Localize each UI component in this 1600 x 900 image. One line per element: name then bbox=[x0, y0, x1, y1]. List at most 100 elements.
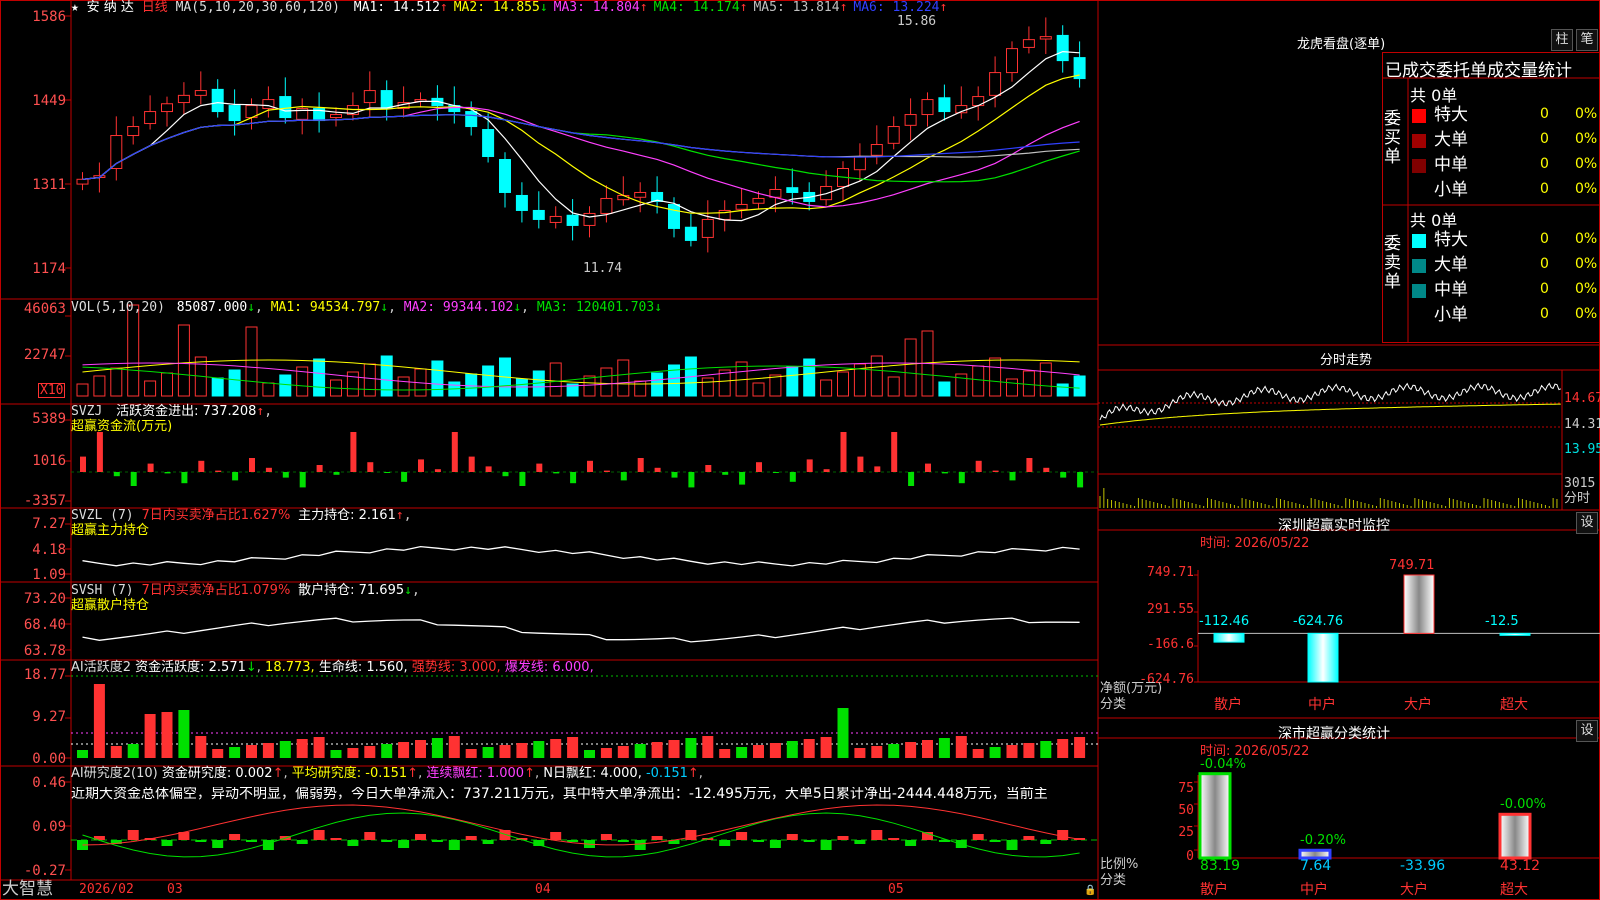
candle-body bbox=[465, 111, 478, 128]
lock-icon[interactable]: 🔒 bbox=[1084, 884, 1096, 898]
svsh-y-tick: 63.78 bbox=[23, 643, 66, 659]
ai-active-bar bbox=[786, 741, 798, 758]
candle-body bbox=[127, 126, 140, 137]
ai-research-bar bbox=[600, 834, 612, 840]
ai-active-bar bbox=[1023, 743, 1035, 758]
favorite-star-icon[interactable]: ★ bbox=[71, 0, 79, 15]
sell-total: 共 0单 bbox=[1410, 211, 1458, 230]
sz-monitor-y-tick: -166.6 bbox=[1147, 637, 1194, 652]
ma6-line bbox=[82, 114, 1080, 180]
ma-values: MA1: 14.512↑ MA2: 14.855↓ MA3: 14.804↑ MA4:… bbox=[348, 0, 948, 15]
volume-bar bbox=[549, 362, 562, 397]
volume-bar bbox=[786, 366, 799, 397]
ai-active-bar bbox=[93, 684, 105, 758]
svzj-bar bbox=[401, 472, 408, 482]
svzj-bar bbox=[789, 472, 796, 482]
row-label: 特大 bbox=[1434, 105, 1468, 125]
svsh-arrow: ↓ bbox=[404, 583, 412, 598]
ma-arrow-2: ↓ bbox=[539, 0, 548, 15]
ai-active-bar bbox=[1040, 741, 1052, 758]
lhb-tab-title[interactable]: 已成交委托单成交量统计 bbox=[1385, 56, 1572, 81]
svzj-bar bbox=[249, 458, 255, 472]
vol-header: VOL(5,10,20) 85087.000↓, MA1: 94534.797↓… bbox=[71, 300, 663, 315]
candle-body bbox=[211, 88, 224, 113]
volume-bar bbox=[93, 375, 106, 397]
volume-bar bbox=[110, 367, 123, 397]
ai-research-y-tick: -0.27 bbox=[23, 863, 66, 879]
svzj-bar bbox=[772, 472, 779, 473]
sz-monitor-y-label: 净额(万元) bbox=[1100, 681, 1163, 696]
sz-monitor-bar bbox=[1307, 632, 1339, 683]
svzj-bar bbox=[536, 463, 543, 472]
ai-active-bar bbox=[381, 744, 393, 758]
ma-value-1: MA1: 14.512 bbox=[353, 0, 440, 15]
volume-bar bbox=[803, 358, 816, 397]
sz-monitor-bar-label: -12.5 bbox=[1485, 614, 1519, 630]
ai-research-comment: 近期大资金总体偏空，异动不明显，偏弱势，今日大单净流入：737.211万元，其中… bbox=[71, 787, 1048, 801]
ai-research-bar bbox=[905, 840, 917, 846]
ma-arrow-1: ↑ bbox=[439, 0, 448, 15]
row-label: 小单 bbox=[1434, 180, 1468, 200]
svsh-line bbox=[82, 617, 1080, 643]
ai-research-bar bbox=[448, 840, 460, 850]
volume-bar bbox=[482, 365, 495, 397]
sz-class-bottom-label: -33.96 bbox=[1400, 858, 1446, 874]
ai-active-y-tick: 0.00 bbox=[32, 751, 66, 767]
period-label[interactable]: 日线 bbox=[142, 0, 168, 15]
svzl-title: SVZL (7) bbox=[71, 508, 134, 523]
buy-total: 共 0单 bbox=[1410, 86, 1458, 105]
svzj-bar bbox=[384, 472, 391, 473]
candle-body bbox=[482, 129, 495, 158]
tick-view-button[interactable]: 笔 bbox=[1576, 29, 1598, 51]
ai-active-bar bbox=[617, 746, 629, 758]
ai-research-bar bbox=[719, 840, 731, 846]
ai-active-value: 资金活跃度: 2.571 bbox=[135, 660, 246, 675]
low-price-label: 11.74 bbox=[583, 261, 623, 276]
ai-research-y-tick: 0.09 bbox=[32, 819, 66, 835]
volume-bar bbox=[1022, 370, 1035, 397]
svzj-bar bbox=[130, 472, 137, 486]
sz-class-settings-button[interactable]: 设 bbox=[1576, 720, 1598, 742]
vol-ma2-arrow: ↓ bbox=[513, 300, 522, 315]
ai-active-header: AI活跃度2 资金活跃度: 2.571↓, 18.773, 生命线: 1.560… bbox=[71, 660, 594, 675]
sz-monitor-settings-button[interactable]: 设 bbox=[1576, 512, 1598, 534]
row-label: 中单 bbox=[1434, 155, 1468, 175]
svzj-bar bbox=[198, 460, 205, 472]
volume-bar bbox=[76, 383, 89, 397]
ai-research-bar bbox=[1023, 836, 1035, 840]
ai-research-bar bbox=[651, 836, 663, 840]
sz-class-bar bbox=[1198, 772, 1232, 860]
brand-logo: 大智慧 bbox=[2, 879, 53, 899]
price-y-tick: 1174 bbox=[32, 261, 66, 277]
sz-monitor-y-tick: 291.55 bbox=[1147, 602, 1194, 617]
chart-canvas[interactable] bbox=[0, 0, 1600, 900]
bar-view-button[interactable]: 柱 bbox=[1551, 29, 1573, 51]
legend-swatch bbox=[1412, 134, 1426, 148]
sz-monitor-bar-label: 749.71 bbox=[1389, 558, 1435, 573]
ai-research-bar bbox=[617, 840, 629, 842]
ma-value-4: MA4: 14.174 bbox=[653, 0, 740, 15]
volume-bar bbox=[144, 380, 157, 397]
ai-research-bar bbox=[431, 840, 443, 842]
ai-active-bar bbox=[1006, 745, 1018, 758]
svzj-bar bbox=[232, 472, 239, 481]
svzj-bar bbox=[181, 472, 188, 484]
ai-research-bar bbox=[330, 838, 342, 840]
ai-active-bar bbox=[431, 738, 443, 758]
svzj-bar bbox=[941, 472, 948, 474]
ai-research-bar bbox=[313, 830, 325, 840]
svzj-bar bbox=[857, 456, 864, 472]
ai-active-bar bbox=[110, 746, 122, 758]
vol-unit-badge: X10 bbox=[38, 383, 66, 398]
ai-research-red-streak: 连续飘红: 1.000 bbox=[426, 766, 525, 781]
row-count: 0 bbox=[1540, 306, 1549, 322]
ma-value-3: MA3: 14.804 bbox=[553, 0, 640, 15]
row-label: 大单 bbox=[1434, 255, 1468, 275]
ai-research-bar bbox=[212, 840, 224, 848]
volume-bar bbox=[161, 372, 173, 397]
row-pct: 0% bbox=[1575, 256, 1598, 272]
svzj-bar bbox=[975, 460, 982, 472]
x-axis-label: 2026/02 bbox=[79, 882, 134, 897]
row-count: 0 bbox=[1540, 106, 1549, 122]
svsh-header: SVSH (7) 7日内买卖净占比1.079% 散户持仓: 71.695↓, bbox=[71, 583, 420, 598]
